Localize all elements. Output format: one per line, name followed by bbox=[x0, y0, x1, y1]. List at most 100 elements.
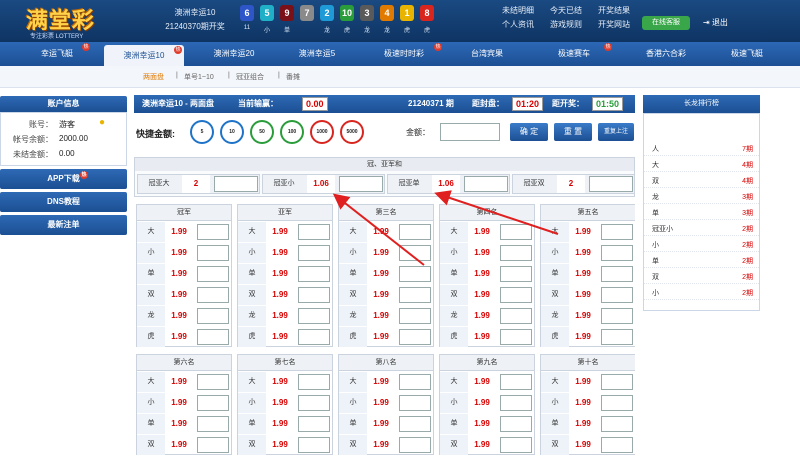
bet-odds[interactable]: 1.99 bbox=[569, 264, 597, 284]
bet-odds[interactable]: 1.99 bbox=[266, 243, 294, 263]
bet-amount-input[interactable] bbox=[500, 395, 532, 411]
bet-amount-input[interactable] bbox=[399, 395, 431, 411]
amount-input[interactable] bbox=[440, 123, 500, 141]
bet-odds[interactable]: 1.99 bbox=[569, 414, 597, 434]
bet-amount-input[interactable] bbox=[298, 395, 330, 411]
link-result-site[interactable]: 开奖网站 bbox=[598, 19, 630, 30]
bet-amount-input[interactable] bbox=[399, 437, 431, 453]
bet-odds[interactable]: 1.99 bbox=[266, 264, 294, 284]
bet-odds[interactable]: 1.99 bbox=[468, 414, 496, 434]
bet-odds[interactable]: 1.99 bbox=[266, 222, 294, 242]
bet-odds[interactable]: 1.99 bbox=[468, 222, 496, 242]
bet-odds[interactable]: 1.99 bbox=[569, 285, 597, 305]
bet-odds[interactable]: 2 bbox=[182, 175, 210, 193]
bet-amount-input[interactable] bbox=[601, 245, 633, 261]
bet-amount-input[interactable] bbox=[197, 437, 229, 453]
bet-amount-input[interactable] bbox=[399, 308, 431, 324]
amount-chip[interactable]: 50 bbox=[252, 122, 272, 142]
amount-chip[interactable]: 5000 bbox=[342, 122, 362, 142]
bet-amount-input[interactable] bbox=[197, 329, 229, 345]
bet-odds[interactable]: 1.99 bbox=[266, 285, 294, 305]
bet-amount-input[interactable] bbox=[399, 374, 431, 390]
bet-amount-input[interactable] bbox=[197, 308, 229, 324]
bet-amount-input[interactable] bbox=[214, 176, 258, 192]
bet-odds[interactable]: 1.99 bbox=[367, 285, 395, 305]
bet-amount-input[interactable] bbox=[601, 287, 633, 303]
bet-odds[interactable]: 1.99 bbox=[367, 264, 395, 284]
bet-amount-input[interactable] bbox=[399, 287, 431, 303]
bet-amount-input[interactable] bbox=[601, 224, 633, 240]
bet-amount-input[interactable] bbox=[601, 266, 633, 282]
bet-amount-input[interactable] bbox=[399, 245, 431, 261]
bet-amount-input[interactable] bbox=[500, 329, 532, 345]
bet-odds[interactable]: 1.99 bbox=[165, 435, 193, 455]
bet-odds[interactable]: 1.06 bbox=[307, 175, 335, 193]
bet-amount-input[interactable] bbox=[298, 374, 330, 390]
bet-amount-input[interactable] bbox=[399, 224, 431, 240]
bet-amount-input[interactable] bbox=[298, 266, 330, 282]
bet-amount-input[interactable] bbox=[589, 176, 633, 192]
bet-amount-input[interactable] bbox=[339, 176, 383, 192]
bet-amount-input[interactable] bbox=[601, 416, 633, 432]
bet-amount-input[interactable] bbox=[601, 329, 633, 345]
bet-amount-input[interactable] bbox=[500, 245, 532, 261]
bet-amount-input[interactable] bbox=[298, 329, 330, 345]
bet-odds[interactable]: 1.99 bbox=[367, 306, 395, 326]
bet-odds[interactable]: 1.99 bbox=[468, 264, 496, 284]
bet-odds[interactable]: 1.99 bbox=[165, 285, 193, 305]
bet-amount-input[interactable] bbox=[601, 374, 633, 390]
bet-odds[interactable]: 1.99 bbox=[569, 327, 597, 347]
bet-amount-input[interactable] bbox=[500, 308, 532, 324]
bet-odds[interactable]: 1.99 bbox=[569, 435, 597, 455]
bet-amount-input[interactable] bbox=[399, 416, 431, 432]
bet-odds[interactable]: 1.99 bbox=[266, 393, 294, 413]
logout-button[interactable]: ⇥ 退出 bbox=[703, 16, 747, 30]
link-settled-today[interactable]: 今天已结 bbox=[550, 5, 582, 16]
bet-amount-input[interactable] bbox=[298, 224, 330, 240]
dns-tutorial-button[interactable]: DNS教程 bbox=[0, 192, 127, 212]
bet-amount-input[interactable] bbox=[197, 245, 229, 261]
bet-odds[interactable]: 1.99 bbox=[367, 327, 395, 347]
bet-odds[interactable]: 1.99 bbox=[165, 327, 193, 347]
bet-amount-input[interactable] bbox=[399, 329, 431, 345]
bet-odds[interactable]: 1.99 bbox=[468, 372, 496, 392]
nav-tab[interactable]: 澳洲幸运20 bbox=[196, 42, 272, 66]
confirm-button[interactable]: 确 定 bbox=[510, 123, 548, 141]
bet-odds[interactable]: 1.99 bbox=[569, 243, 597, 263]
bet-odds[interactable]: 1.99 bbox=[165, 414, 193, 434]
bet-odds[interactable]: 1.99 bbox=[569, 372, 597, 392]
bet-amount-input[interactable] bbox=[197, 224, 229, 240]
latest-bets-button[interactable]: 最新注单 bbox=[0, 215, 127, 235]
nav-tab[interactable]: 澳洲幸运5 bbox=[282, 42, 352, 66]
online-service-button[interactable]: 在线客服 bbox=[642, 16, 690, 30]
app-download-button[interactable]: APP下载热 bbox=[0, 169, 127, 189]
bet-amount-input[interactable] bbox=[298, 287, 330, 303]
bet-odds[interactable]: 1.99 bbox=[468, 285, 496, 305]
nav-tab[interactable]: 极速时时彩 热 bbox=[364, 42, 444, 66]
bet-amount-input[interactable] bbox=[399, 266, 431, 282]
bet-odds[interactable]: 2 bbox=[557, 175, 585, 193]
bet-odds[interactable]: 1.99 bbox=[569, 393, 597, 413]
bet-odds[interactable]: 1.99 bbox=[367, 435, 395, 455]
bet-odds[interactable]: 1.99 bbox=[266, 306, 294, 326]
bet-odds[interactable]: 1.06 bbox=[432, 175, 460, 193]
bet-odds[interactable]: 1.99 bbox=[367, 222, 395, 242]
link-results[interactable]: 开奖结果 bbox=[598, 5, 630, 16]
amount-chip[interactable]: 100 bbox=[282, 122, 302, 142]
amount-chip[interactable]: 10 bbox=[222, 122, 242, 142]
bet-odds[interactable]: 1.99 bbox=[165, 264, 193, 284]
bet-odds[interactable]: 1.99 bbox=[266, 327, 294, 347]
bet-amount-input[interactable] bbox=[500, 224, 532, 240]
bet-odds[interactable]: 1.99 bbox=[468, 243, 496, 263]
bet-amount-input[interactable] bbox=[601, 395, 633, 411]
nav-tab[interactable]: 极速赛车 热 bbox=[534, 42, 614, 66]
bet-odds[interactable]: 1.99 bbox=[468, 327, 496, 347]
bet-odds[interactable]: 1.99 bbox=[165, 243, 193, 263]
bet-odds[interactable]: 1.99 bbox=[266, 414, 294, 434]
bet-odds[interactable]: 1.99 bbox=[165, 222, 193, 242]
bet-amount-input[interactable] bbox=[500, 266, 532, 282]
bet-amount-input[interactable] bbox=[197, 395, 229, 411]
bet-amount-input[interactable] bbox=[298, 416, 330, 432]
subnav-single-number[interactable]: 单号1~10 bbox=[184, 72, 214, 82]
bet-odds[interactable]: 1.99 bbox=[165, 372, 193, 392]
